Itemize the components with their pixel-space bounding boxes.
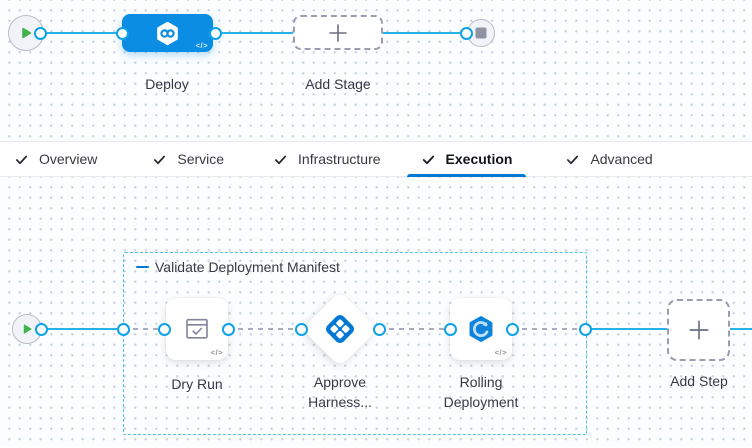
step-label-approve-harness: Approve Harness... xyxy=(298,372,382,412)
harness-approval-icon xyxy=(320,309,360,349)
step-group-label: Validate Deployment Manifest xyxy=(155,259,340,275)
port xyxy=(209,27,222,40)
add-stage-label: Add Stage xyxy=(288,74,388,94)
port xyxy=(373,323,386,336)
tab-label: Overview xyxy=(39,151,97,167)
port xyxy=(116,27,129,40)
dashed-connector-line xyxy=(228,328,301,330)
tab-label: Infrastructure xyxy=(298,151,380,167)
stage-graph-canvas[interactable]: </> Deploy Add Stage xyxy=(0,0,752,141)
tab-overview[interactable]: Overview xyxy=(0,142,111,176)
step-node-rolling-deployment[interactable]: </> xyxy=(450,298,512,360)
execution-graph-canvas[interactable]: Validate Deployment Manifest </> Dry Run xyxy=(0,177,752,446)
step-group-header[interactable]: Validate Deployment Manifest xyxy=(136,259,340,275)
tab-advanced[interactable]: Advanced xyxy=(551,142,666,176)
dashed-connector-line xyxy=(379,328,450,330)
stage-config-tabs: Overview Service Infrastructure Executio… xyxy=(0,141,752,177)
tab-label: Advanced xyxy=(590,151,652,167)
connector-line xyxy=(41,328,123,330)
tab-label: Service xyxy=(177,151,224,167)
connector-line xyxy=(383,32,467,34)
play-icon xyxy=(21,323,33,335)
port xyxy=(34,27,47,40)
check-icon xyxy=(565,152,580,167)
connector-line xyxy=(40,32,122,34)
code-toggle-icon[interactable]: </> xyxy=(495,348,507,357)
k8s-rolling-deployment-icon xyxy=(464,312,498,346)
port xyxy=(444,323,457,336)
port xyxy=(117,323,130,336)
add-stage-button[interactable] xyxy=(293,15,383,50)
add-step-label: Add Step xyxy=(649,371,749,391)
tab-service[interactable]: Service xyxy=(138,142,238,176)
plus-icon xyxy=(687,318,711,342)
code-toggle-icon[interactable]: </> xyxy=(211,348,223,357)
stage-node-deploy[interactable]: </> xyxy=(122,14,213,52)
check-icon xyxy=(273,152,288,167)
stop-icon xyxy=(475,27,487,39)
code-toggle-icon[interactable]: </> xyxy=(196,41,208,50)
check-icon xyxy=(14,152,29,167)
step-label-dry-run: Dry Run xyxy=(147,374,247,394)
dashed-connector-line xyxy=(512,328,585,330)
port xyxy=(579,323,592,336)
plus-icon xyxy=(327,22,349,44)
tab-execution[interactable]: Execution xyxy=(407,142,527,176)
connector-line xyxy=(730,328,752,330)
port xyxy=(35,323,48,336)
collapse-group-icon[interactable] xyxy=(136,266,149,269)
check-icon xyxy=(152,152,167,167)
stage-label-deploy: Deploy xyxy=(117,74,217,94)
port xyxy=(295,323,308,336)
step-label-rolling-deployment: Rolling Deployment xyxy=(431,372,531,412)
play-icon xyxy=(19,26,33,40)
tab-infrastructure[interactable]: Infrastructure xyxy=(259,142,394,176)
port xyxy=(158,323,171,336)
script-check-icon xyxy=(182,314,212,344)
step-node-dry-run[interactable]: </> xyxy=(166,298,228,360)
harness-cd-hexagon-infinity-icon xyxy=(154,20,181,47)
port xyxy=(222,323,235,336)
tab-label: Execution xyxy=(446,151,513,167)
check-icon xyxy=(421,152,436,167)
port xyxy=(460,27,473,40)
connector-line xyxy=(585,328,667,330)
add-step-button[interactable] xyxy=(667,299,730,361)
port xyxy=(506,323,519,336)
connector-line xyxy=(215,32,293,34)
